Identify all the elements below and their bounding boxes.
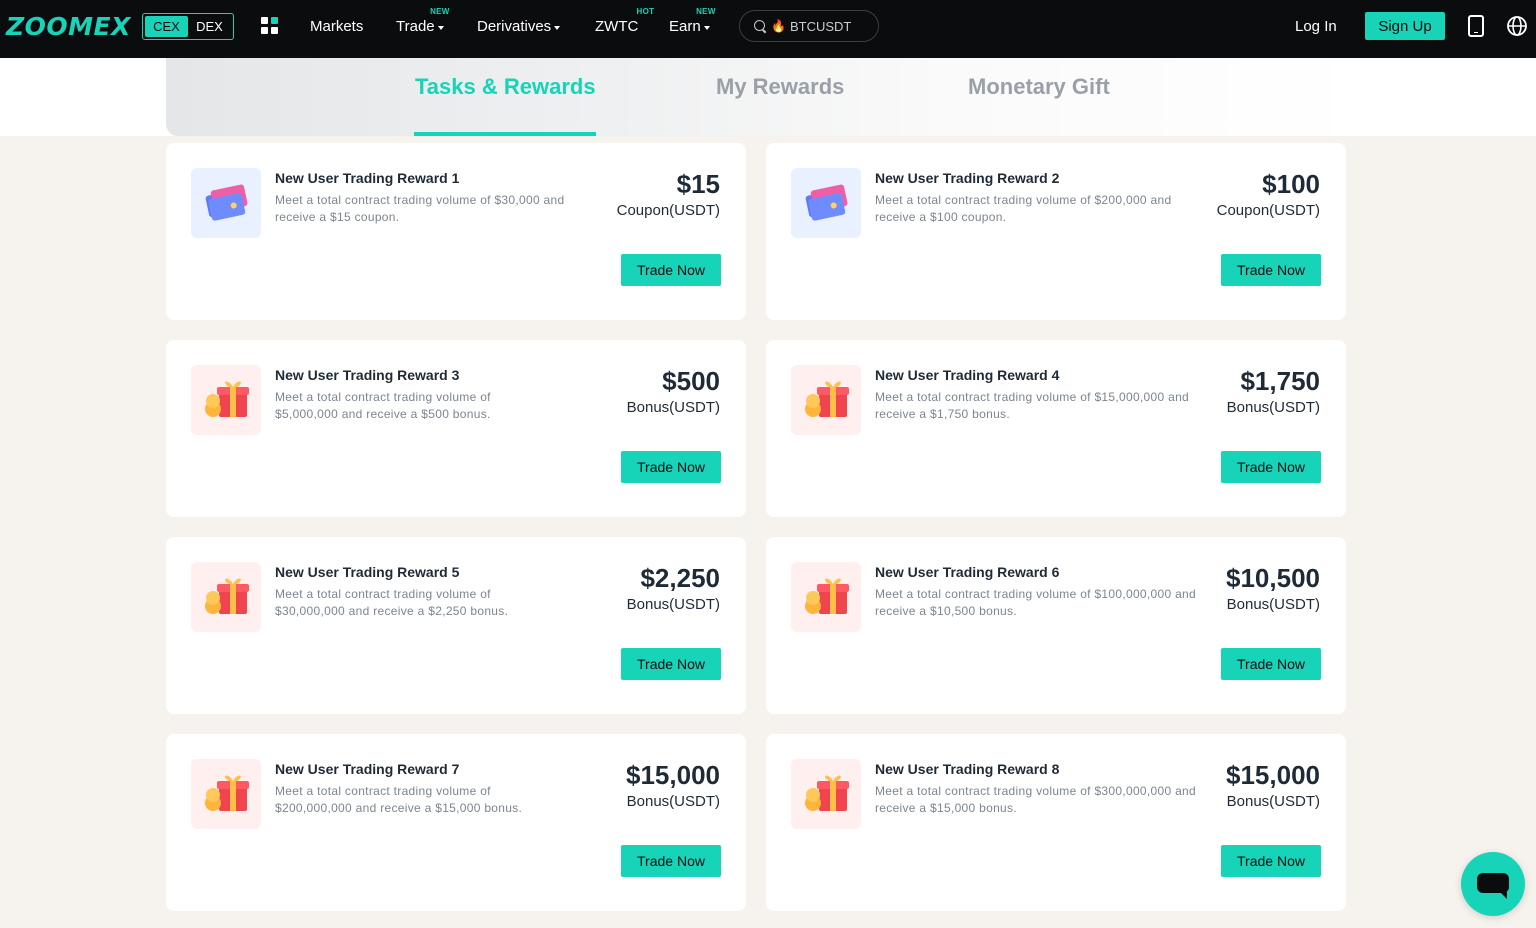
search-icon [754,19,767,33]
cex-dex-switch[interactable]: CEX DEX [142,13,234,40]
gift-icon [191,759,261,829]
trade-now-button[interactable]: Trade Now [621,451,721,483]
caret-down-icon [554,25,561,30]
nav-derivatives-label: Derivatives [477,18,552,35]
card-unit: Bonus(USDT) [1226,399,1320,416]
support-chat-button[interactable] [1461,852,1525,916]
card-title: New User Trading Reward 2 [875,170,1060,186]
active-tab-indicator [414,132,596,136]
card-unit: Coupon(USDT) [1216,202,1320,219]
top-navigation-bar: ZOOMEX CEX DEX Markets Trade NEW Derivat… [0,0,1536,58]
card-description: Meet a total contract trading volume of … [875,587,1197,618]
reward-card: New User Trading Reward 2 Meet a total c… [766,143,1346,320]
nav-zwtc-label: ZWTC [595,18,639,35]
card-amount: $10,500 [1226,563,1320,593]
search-query: BTCUSDT [789,18,852,34]
zoomex-logo[interactable]: ZOOMEX [6,12,131,41]
nav-earn-label: Earn [669,18,701,35]
card-amount: $2,250 [640,563,720,593]
nav-zwtc[interactable]: ZWTC HOT [595,7,654,35]
nav-markets-label: Markets [310,18,364,35]
gift-icon [791,759,861,829]
card-description: Meet a total contract trading volume of … [875,784,1197,815]
trade-now-button[interactable]: Trade Now [1221,451,1321,483]
nav-markets[interactable]: Markets [310,18,363,35]
card-amount: $500 [662,366,720,396]
gift-icon [791,365,861,435]
nav-derivatives[interactable]: Derivatives [477,18,561,35]
card-amount: $15,000 [1226,760,1320,790]
nav-earn[interactable]: Earn NEW [669,7,715,35]
hot-badge: HOT [636,7,655,16]
card-amount: $15 [676,169,720,199]
tab-monetary-gift[interactable]: Monetary Gift [968,74,1110,100]
chat-bubble-icon [1477,873,1509,899]
trade-now-button[interactable]: Trade Now [1221,254,1321,286]
trade-now-button[interactable]: Trade Now [621,845,721,877]
card-unit: Bonus(USDT) [626,793,720,810]
trade-now-button[interactable]: Trade Now [1221,648,1321,680]
gift-icon [191,562,261,632]
card-title: New User Trading Reward 5 [275,564,460,580]
card-title: New User Trading Reward 3 [275,367,460,383]
card-description: Meet a total contract trading volume of … [275,784,523,815]
reward-card: New User Trading Reward 8 Meet a total c… [766,734,1346,911]
trade-now-button[interactable]: Trade Now [1221,845,1321,877]
card-amount: $100 [1262,169,1320,199]
caret-down-icon [703,25,710,30]
card-description: Meet a total contract trading volume of … [275,587,509,618]
reward-card: New User Trading Reward 4 Meet a total c… [766,340,1346,517]
globe-icon[interactable] [1506,15,1528,37]
flame-icon: 🔥 [771,19,786,33]
card-unit: Bonus(USDT) [626,596,720,613]
reward-card: New User Trading Reward 1 Meet a total c… [166,143,746,320]
trade-now-button[interactable]: Trade Now [621,648,721,680]
nav-trade-label: Trade [396,18,435,35]
card-unit: Bonus(USDT) [626,399,720,416]
new-badge: NEW [430,7,450,16]
dex-option[interactable]: DEX [188,16,231,37]
card-description: Meet a total contract trading volume of … [275,193,565,224]
trade-now-button[interactable]: Trade Now [621,254,721,286]
tab-my-rewards[interactable]: My Rewards [716,74,844,100]
card-title: New User Trading Reward 6 [875,564,1060,580]
card-description: Meet a total contract trading volume of … [875,390,1190,421]
card-amount: $1,750 [1240,366,1320,396]
gift-icon [191,365,261,435]
card-unit: Coupon(USDT) [616,202,720,219]
signup-button[interactable]: Sign Up [1365,12,1445,40]
card-title: New User Trading Reward 4 [875,367,1060,383]
card-amount: $15,000 [626,760,720,790]
new-badge: NEW [696,7,716,16]
coupon-icon [791,168,861,238]
card-description: Meet a total contract trading volume of … [275,390,491,421]
card-title: New User Trading Reward 7 [275,761,460,777]
card-title: New User Trading Reward 1 [275,170,460,186]
gift-icon [791,562,861,632]
reward-card: New User Trading Reward 7 Meet a total c… [166,734,746,911]
nav-trade[interactable]: Trade NEW [396,7,449,35]
cex-option[interactable]: CEX [145,16,188,37]
apps-grid-icon[interactable] [261,17,278,34]
card-unit: Bonus(USDT) [1226,793,1320,810]
card-title: New User Trading Reward 8 [875,761,1060,777]
card-description: Meet a total contract trading volume of … [875,193,1172,224]
reward-card: New User Trading Reward 6 Meet a total c… [766,537,1346,714]
card-unit: Bonus(USDT) [1226,596,1320,613]
search-input[interactable]: 🔥 BTCUSDT [739,10,879,42]
caret-down-icon [437,25,444,30]
login-link[interactable]: Log In [1295,18,1337,35]
coupon-icon [191,168,261,238]
mobile-app-icon[interactable] [1468,15,1484,37]
reward-card: New User Trading Reward 3 Meet a total c… [166,340,746,517]
reward-card: New User Trading Reward 5 Meet a total c… [166,537,746,714]
tab-tasks-rewards[interactable]: Tasks & Rewards [415,74,596,100]
